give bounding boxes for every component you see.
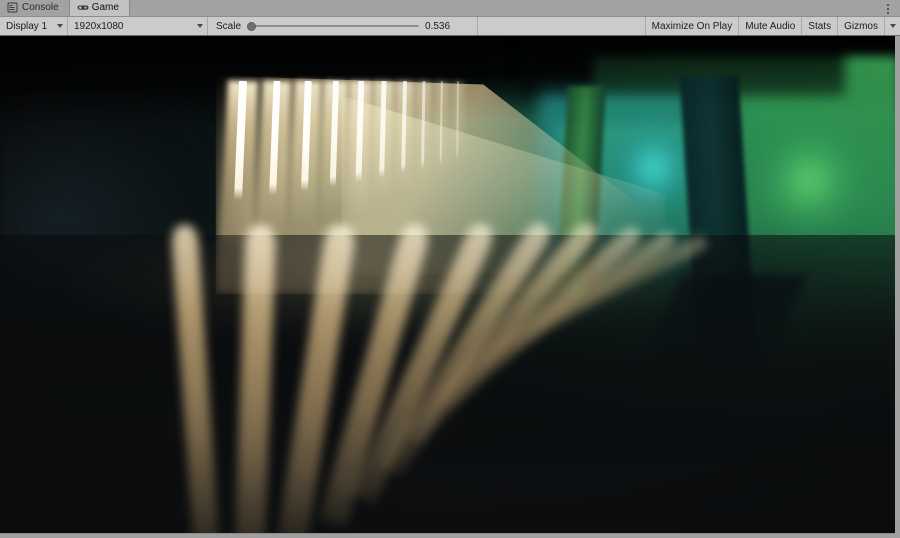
scene-light-shafts — [0, 36, 899, 533]
stats-button[interactable]: Stats — [801, 17, 838, 35]
unity-editor-window: Console Game Display 1 1920x1080 Scale 0… — [0, 0, 900, 538]
display-dropdown-label: Display 1 — [6, 20, 48, 32]
resolution-dropdown[interactable]: 1920x1080 — [68, 17, 208, 35]
tab-game[interactable]: Game — [69, 0, 130, 16]
maximize-on-play-button[interactable]: Maximize On Play — [644, 17, 739, 35]
window-right-chrome — [895, 36, 900, 538]
toolbar-right-group: Maximize On Play Mute Audio Stats Gizmos — [644, 17, 900, 35]
gizmos-dropdown-button[interactable] — [884, 17, 900, 35]
tab-game-label: Game — [91, 2, 119, 13]
scale-slider-track[interactable] — [247, 25, 420, 27]
more-options-icon[interactable] — [882, 2, 894, 15]
maximize-on-play-label: Maximize On Play — [651, 20, 733, 32]
tab-console[interactable]: Console — [0, 0, 70, 16]
display-dropdown[interactable]: Display 1 — [0, 17, 68, 35]
scale-slider-handle[interactable] — [247, 21, 257, 31]
chevron-down-icon — [57, 24, 63, 28]
mute-audio-button[interactable]: Mute Audio — [738, 17, 802, 35]
scale-label: Scale — [216, 20, 242, 32]
resolution-dropdown-label: 1920x1080 — [74, 20, 124, 32]
game-view-toolbar: Display 1 1920x1080 Scale 0.536 Maximize… — [0, 17, 900, 36]
mute-audio-label: Mute Audio — [745, 20, 796, 32]
toolbar-spacer — [478, 17, 645, 35]
tab-console-label: Console — [22, 2, 59, 13]
scale-slider[interactable] — [247, 19, 420, 33]
tab-bar: Console Game — [0, 0, 900, 17]
scale-control: Scale 0.536 — [208, 17, 479, 35]
gamepad-icon — [77, 2, 89, 13]
window-bottom-chrome — [0, 534, 900, 538]
console-icon — [7, 2, 18, 13]
chevron-down-icon — [889, 24, 896, 28]
gizmos-label: Gizmos — [844, 20, 878, 32]
gizmos-button[interactable]: Gizmos — [837, 17, 884, 35]
stats-label: Stats — [808, 20, 832, 32]
chevron-down-icon — [197, 24, 203, 28]
game-viewport[interactable] — [0, 36, 900, 534]
scale-value: 0.536 — [425, 20, 451, 32]
